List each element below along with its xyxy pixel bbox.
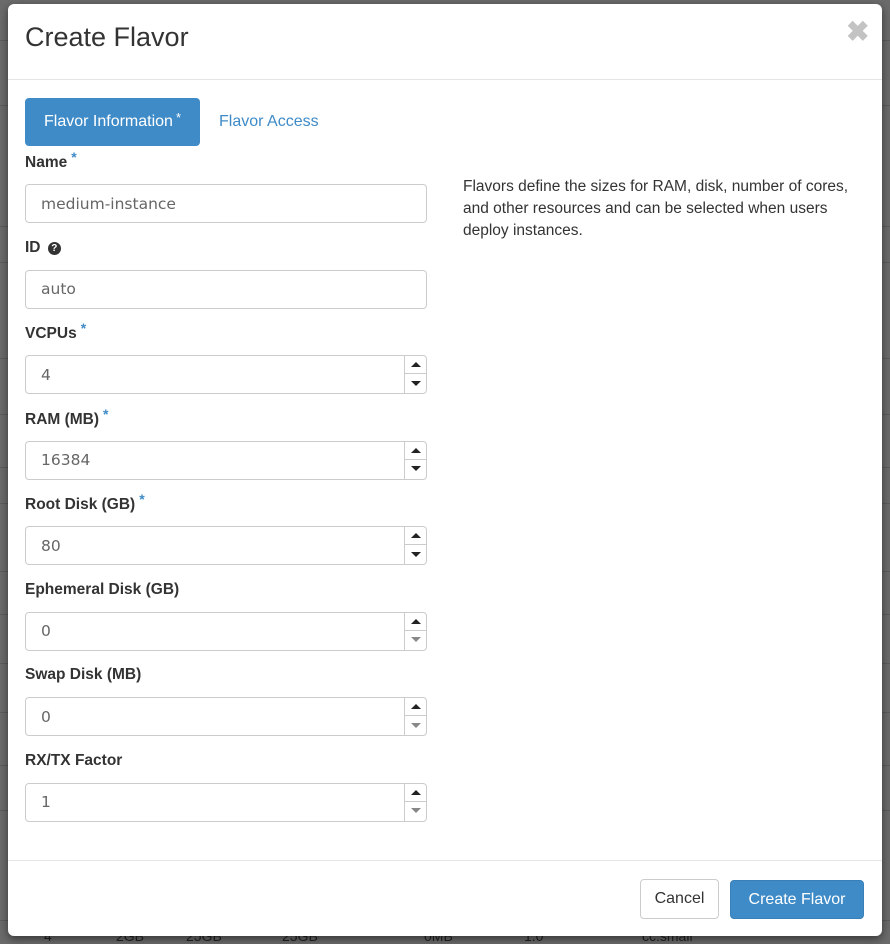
decrement-button[interactable] bbox=[405, 802, 426, 820]
increment-button[interactable] bbox=[405, 356, 426, 374]
caret-up-icon bbox=[410, 533, 421, 538]
tab-flavor-information[interactable]: Flavor Information * bbox=[25, 98, 200, 146]
ephemeral-disk-label: Ephemeral Disk (GB) bbox=[25, 580, 180, 598]
id-label: ID ? bbox=[25, 236, 427, 260]
caret-down-icon bbox=[410, 466, 421, 471]
tab-label: Flavor Access bbox=[219, 113, 319, 130]
ram-input[interactable] bbox=[26, 441, 406, 479]
increment-button[interactable] bbox=[405, 698, 426, 716]
swap-disk-stepper bbox=[404, 698, 426, 735]
flavor-form: Name* ID ? VCPUs* bbox=[25, 149, 427, 835]
required-marker: * bbox=[103, 405, 109, 422]
required-marker: * bbox=[71, 149, 77, 165]
required-marker: * bbox=[175, 109, 181, 125]
modal-footer: Cancel Create Flavor bbox=[8, 860, 882, 936]
ephemeral-disk-field-group: Ephemeral Disk (GB) bbox=[25, 578, 427, 664]
name-input[interactable] bbox=[26, 185, 426, 222]
increment-button[interactable] bbox=[405, 527, 426, 545]
root-disk-input[interactable] bbox=[26, 527, 406, 564]
vcpus-stepper bbox=[404, 356, 426, 393]
increment-button[interactable] bbox=[405, 613, 426, 631]
rxtx-factor-input[interactable] bbox=[26, 783, 406, 821]
tab-label: Flavor Information bbox=[44, 113, 173, 130]
root-disk-field-group: Root Disk (GB) * bbox=[25, 491, 427, 578]
caret-down-icon bbox=[410, 722, 421, 728]
root-disk-label: Root Disk (GB) * bbox=[25, 491, 145, 513]
rxtx-factor-label: RX/TX Factor bbox=[25, 751, 123, 769]
ram-field-group: RAM (MB) * bbox=[25, 405, 427, 493]
required-marker: * bbox=[80, 320, 87, 336]
cancel-button[interactable]: Cancel bbox=[640, 879, 719, 919]
create-flavor-modal: Create Flavor ✖ Flavor Information * Fla… bbox=[8, 4, 882, 936]
decrement-button[interactable] bbox=[405, 545, 426, 563]
ephemeral-disk-input[interactable] bbox=[26, 612, 406, 650]
modal-body: Flavor Information * Flavor Access Name *… bbox=[8, 80, 882, 822]
close-icon[interactable]: ✖ bbox=[846, 18, 869, 46]
caret-down-icon bbox=[410, 551, 421, 557]
caret-up-icon bbox=[410, 704, 421, 709]
question-circle-icon[interactable]: ? bbox=[47, 241, 61, 255]
caret-down-icon bbox=[410, 380, 421, 386]
name-label: Name * bbox=[25, 149, 77, 171]
caret-up-icon bbox=[410, 362, 421, 367]
tab-flavor-access[interactable]: Flavor Access bbox=[200, 98, 338, 146]
caret-down-icon bbox=[410, 637, 421, 642]
tab-bar: Flavor Information * Flavor Access bbox=[25, 98, 865, 146]
decrement-button[interactable] bbox=[405, 716, 426, 734]
decrement-button[interactable] bbox=[405, 460, 426, 478]
name-field-group: Name * bbox=[25, 149, 427, 236]
rxtx-factor-stepper bbox=[404, 783, 426, 821]
id-input[interactable] bbox=[26, 270, 426, 308]
required-marker: * bbox=[139, 491, 145, 507]
vcpus-label: VCPUs * bbox=[25, 320, 87, 342]
ram-stepper bbox=[404, 441, 426, 479]
modal-title: Create Flavor bbox=[25, 22, 189, 52]
decrement-button[interactable] bbox=[405, 631, 426, 649]
id-field-group: ID ? bbox=[25, 236, 427, 322]
increment-button[interactable] bbox=[405, 784, 426, 802]
modal-header: Create Flavor ✖ bbox=[8, 4, 882, 80]
swap-disk-input[interactable] bbox=[26, 698, 406, 735]
swap-disk-field-group: Swap Disk (MB) bbox=[25, 663, 427, 749]
vcpus-field-group: VCPUs * bbox=[25, 320, 427, 407]
help-text: Flavors define the sizes for RAM, disk, … bbox=[463, 178, 849, 239]
caret-up-icon bbox=[410, 789, 421, 795]
rxtx-factor-field-group: RX/TX Factor bbox=[25, 749, 427, 835]
swap-disk-label: Swap Disk (MB) bbox=[25, 666, 142, 683]
create-flavor-button[interactable]: Create Flavor bbox=[730, 880, 864, 919]
root-disk-stepper bbox=[404, 527, 426, 564]
increment-button[interactable] bbox=[405, 442, 426, 460]
vcpus-input[interactable] bbox=[26, 356, 406, 393]
caret-down-icon bbox=[410, 808, 421, 813]
ephemeral-disk-stepper bbox=[404, 612, 426, 650]
caret-up-icon bbox=[410, 447, 421, 453]
decrement-button[interactable] bbox=[405, 374, 426, 392]
caret-up-icon bbox=[410, 618, 421, 624]
ram-label: RAM (MB) * bbox=[25, 405, 109, 428]
